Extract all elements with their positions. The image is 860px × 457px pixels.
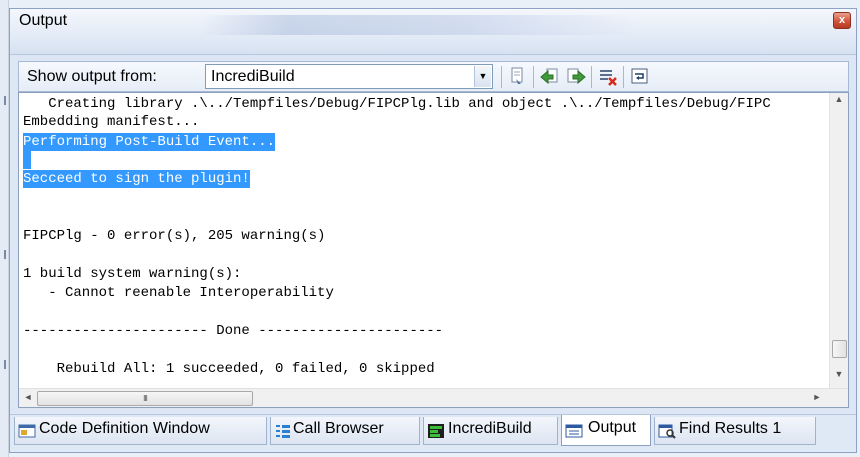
tab-label: IncrediBuild [448,420,532,437]
tab-find-results-1[interactable]: Find Results 1 [654,417,816,445]
clear-all-icon[interactable] [597,66,619,87]
title-bar-blur [200,15,640,35]
scroll-down-icon[interactable]: ▼ [831,369,847,379]
title-bar[interactable]: Output x [10,9,856,55]
tab-incredibuild[interactable]: IncrediBuild [423,417,558,445]
output-line-selected [23,151,32,169]
output-icon [565,423,583,439]
vertical-scrollbar[interactable]: ▲ ▼ [829,93,848,388]
output-line: 1 build system warning(s): [23,266,242,282]
output-window: Output x Show output from: IncrediBuild … [9,8,857,453]
output-pane[interactable]: Creating library .\../Tempfiles/Debug/FI… [18,92,849,408]
go-to-next-message-icon[interactable] [565,66,587,87]
find-message-in-code-icon[interactable] [507,66,529,87]
call-browser-icon [274,423,292,439]
incredibuild-icon [427,423,445,439]
horizontal-scroll-thumb[interactable]: III [37,391,253,406]
tab-code-definition-window[interactable]: Code Definition Window [14,417,267,445]
output-line: FIPCPlg - 0 error(s), 205 warning(s) [23,228,326,244]
output-source-dropdown[interactable]: IncrediBuild ▼ [205,64,493,89]
output-line: Creating library .\../Tempfiles/Debug/FI… [23,96,771,112]
output-line: - Cannot reenable Interoperability [23,285,334,301]
show-output-from-label: Show output from: [27,68,157,85]
go-to-previous-message-icon[interactable] [539,66,561,87]
tab-label: Call Browser [293,420,384,437]
tab-label: Code Definition Window [39,420,210,437]
output-line: Embedding manifest... [23,114,200,130]
toggle-word-wrap-icon[interactable] [629,66,651,87]
output-line-selected: Secceed to sign the plugin! [23,170,250,188]
scroll-left-icon[interactable]: ◄ [20,392,36,402]
tab-call-browser[interactable]: Call Browser [270,417,420,445]
tool-window-tabs: Code Definition Window Call Browser Incr… [10,414,856,452]
tab-label: Output [588,419,637,436]
background-edge [0,0,9,457]
close-button[interactable]: x [833,12,851,29]
toolbar-separator [591,66,592,88]
code-definition-icon [18,423,36,439]
horizontal-scrollbar[interactable]: ◄ III ► [19,388,848,407]
vertical-scroll-thumb[interactable] [832,340,847,358]
output-toolbar: Show output from: IncrediBuild ▼ [18,61,849,92]
toolbar-separator [501,66,502,88]
chevron-down-icon[interactable]: ▼ [474,66,491,87]
output-source-value: IncrediBuild [211,68,295,85]
output-line: Rebuild All: 1 succeeded, 0 failed, 0 sk… [23,361,435,377]
scroll-up-icon[interactable]: ▲ [831,94,847,104]
output-text[interactable]: Creating library .\../Tempfiles/Debug/FI… [19,93,827,388]
scroll-right-icon[interactable]: ► [809,392,825,402]
toolbar-separator [623,66,624,88]
find-results-icon [658,423,676,439]
tab-label: Find Results 1 [679,420,782,437]
toolbar-separator [533,66,534,88]
window-title: Output [19,12,68,29]
tab-output[interactable]: Output [561,415,651,446]
output-line: ---------------------- Done ------------… [23,323,444,339]
output-line-selected: Performing Post-Build Event... [23,133,276,151]
